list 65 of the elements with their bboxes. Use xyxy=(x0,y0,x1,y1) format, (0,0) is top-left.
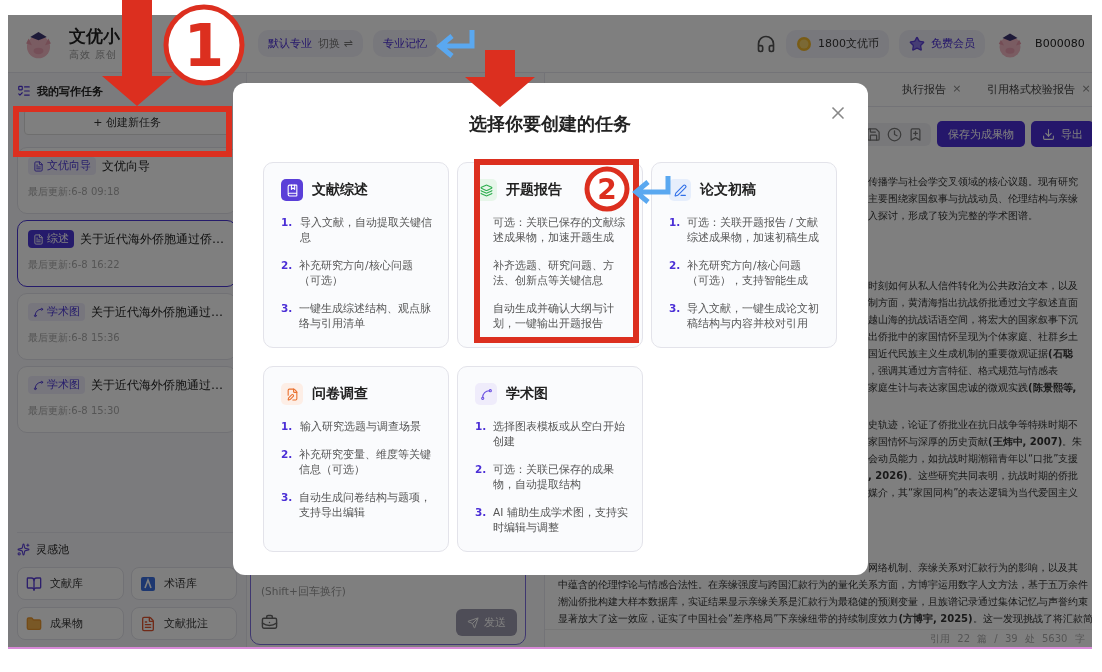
step-digit: 1 xyxy=(183,11,225,80)
step-text: AI 辅助生成学术图，支持实时编辑与调整 xyxy=(493,505,628,535)
step-text: 选择图表模板或从空白开始创建 xyxy=(493,419,626,449)
paragraph-line: 入探讨，形成了较为完整的学术图谱。 xyxy=(868,210,1038,221)
card-title: 论文初稿 xyxy=(700,181,756,199)
step-number: 3. xyxy=(669,301,679,316)
paragraph-line: 潮汕侨批构建大样本数据库，实证结果显示亲缘关系是汇款行为最稳健的预测变量，且族谱记录通过集体记忆与声誉约束 xyxy=(558,596,1088,607)
step-number: 2. xyxy=(281,258,291,273)
step-text: 补齐选题、研究问题、方法、创新点等关键信息 xyxy=(493,258,615,288)
card-title: 开题报告 xyxy=(506,181,562,199)
paragraph-line: 史轨迹，论证了侨批业在抗日战争等特殊时期不 xyxy=(868,419,1078,430)
step-text: 导入文献，一键生成论文初稿结构与内容并校对引用 xyxy=(687,301,820,331)
task-tag: 综述 xyxy=(28,230,74,248)
task-title: 关于近代海外侨胞通过… xyxy=(91,303,223,321)
paragraph-line: 制方面，黄清海指出抗战侨批通过文字叙述直面 xyxy=(868,297,1078,308)
step-text: 可选：关联开题报告 / 文献综述成果物，加速初稿生成 xyxy=(687,215,820,245)
task-title: 文优向导 xyxy=(102,157,150,175)
step-number: 3. xyxy=(281,490,291,505)
step-number: 2. xyxy=(475,462,485,477)
step-text: 补充研究方向/核心问题（可选），支持智能生成 xyxy=(687,258,809,288)
paragraph-line: 家国情怀与深厚的历史贡献(王炜中, 2007)。朱 xyxy=(868,436,1083,447)
step-number: 1. xyxy=(281,215,292,230)
sidebar-title: 我的写作任务 xyxy=(37,83,103,99)
paragraph-line: 网络机制、亲缘关系对汇款行为的影响，以及其 xyxy=(868,562,1078,573)
step-digit: 2 xyxy=(597,173,617,207)
task-tag: 学术图 xyxy=(28,376,85,394)
dialog-title: 选择你要创建的任务 xyxy=(469,113,631,134)
step-text: 补充研究方向/核心问题（可选） xyxy=(299,258,414,288)
user-name: B000080 xyxy=(1035,37,1085,50)
paragraph-line: , 2026)。这些研究共同表明，抗战时期的侨批 xyxy=(868,470,1078,481)
paragraph-line: ，强调其通过方言特征、格式规范与情感表 xyxy=(868,365,1058,376)
step-number: 1. xyxy=(281,419,293,434)
task-title: 关于近代海外侨胞通过侨… xyxy=(80,230,224,248)
step-text: 可选：关联已保存的成果物，自动提取结构 xyxy=(493,462,615,492)
step-number: 3. xyxy=(281,301,291,316)
step-number: 2. xyxy=(669,258,679,273)
step-text: 一键生成综述结构、观点脉络与引用清单 xyxy=(299,301,432,331)
paragraph-line: 媒介，其“家国同构”的表达逻辑为当代爱国主义 xyxy=(868,487,1079,498)
paragraph-line: 传播学与社会学交叉领域的核心议题。现有研究 xyxy=(868,176,1078,187)
paragraph-line: 出侨批中的家国情怀呈现为个体家庭、社群乡土 xyxy=(868,331,1078,342)
step-text: 自动生成问卷结构与题项，支持导出编辑 xyxy=(299,490,432,520)
step-text: 可选：关联已保存的文献综述成果物，加速开题生成 xyxy=(493,215,626,245)
paragraph-line: 中蕴含的伦理悖论与情感合法性。在亲缘强度与跨国汇款行为的量化关系方面，方博宇运用数字人文方法，基于五万余件 xyxy=(558,579,1088,590)
step-number: 1. xyxy=(669,215,679,230)
task-tag: 学术图 xyxy=(28,303,85,321)
task-tag: 文优向导 xyxy=(28,157,96,175)
paragraph-line: 家庭生计与表达家国忠诚的微观实践(陈景熙等, xyxy=(868,382,1077,393)
card-title: 问卷调查 xyxy=(312,385,368,403)
step-number: 3. xyxy=(475,505,485,520)
step-text: 补充研究变量、维度等关键信息（可选） xyxy=(299,447,432,477)
paragraph-line: 主要围绕家国叙事与抗战动员、伦理结构与亲缘 xyxy=(868,193,1078,204)
card-title: 文献综述 xyxy=(312,181,368,199)
task-title: 关于近代海外侨胞通过… xyxy=(91,376,223,394)
step-text: 自动生成并确认大纲与计划，一键输出开题报告 xyxy=(493,301,615,331)
step-number: 2. xyxy=(281,447,291,462)
paragraph-line: 越山海的抗战话语空间，将宏大的国家叙事下沉 xyxy=(868,314,1078,325)
step-text: 输入研究选题与调查场景 xyxy=(300,419,422,434)
step-text: 导入文献，自动提取关键信息 xyxy=(299,215,433,245)
brand-name: 文优小 xyxy=(69,25,120,48)
paragraph-line: 会动员能力，如抗战时期潮籍青年以“口批”支援 xyxy=(868,453,1079,464)
paragraph-line: 国近代民族主义生成机制的重要微观证据(石聪 xyxy=(868,348,1073,359)
paragraph-line: 时刻如何从私人信件转化为公共政治文本，以及 xyxy=(868,280,1078,291)
section-title: 灵感池 xyxy=(36,541,69,557)
step-number: 1. xyxy=(475,419,485,434)
card-title: 学术图 xyxy=(506,385,548,403)
